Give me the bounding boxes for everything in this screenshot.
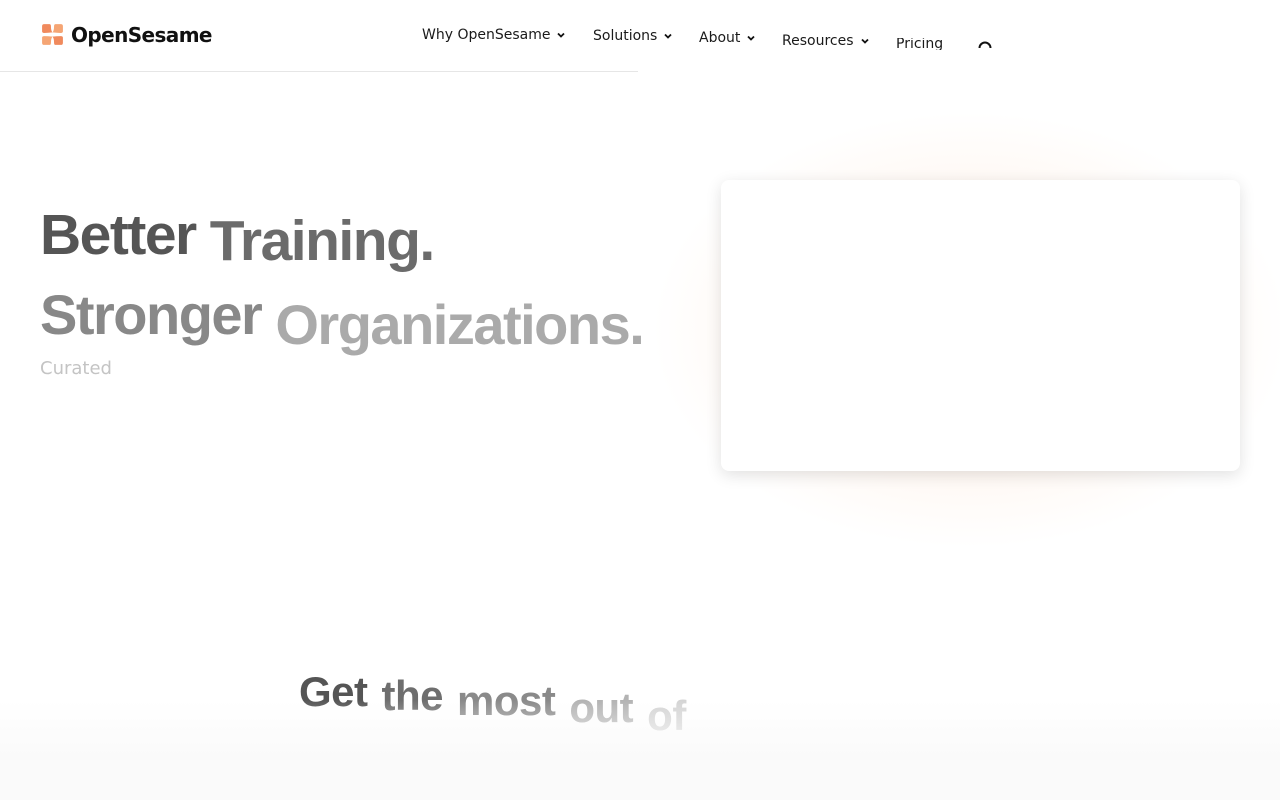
hero-heading-line-2: Stronger Organizations. xyxy=(40,282,657,356)
search-button[interactable] xyxy=(977,40,995,48)
logo-link[interactable]: OpenSesame xyxy=(40,22,213,47)
hero-heading-line-1: Better Training. xyxy=(40,202,448,273)
hero-word: Organizations. xyxy=(275,293,644,356)
site-header: OpenSesame Why OpenSesame Solutions Abou… xyxy=(0,0,1280,72)
nav-label: Resources xyxy=(782,33,854,49)
hero-word: Training. xyxy=(209,209,436,273)
brand-name: OpenSesame xyxy=(71,22,213,47)
chevron-down-icon xyxy=(860,38,869,44)
hero-subtext: Curated xyxy=(40,358,112,379)
nav-why-opensesame[interactable]: Why OpenSesame xyxy=(422,27,566,43)
header-divider xyxy=(0,71,638,72)
nav-pricing[interactable]: Pricing xyxy=(896,38,943,50)
nav-resources[interactable]: Resources xyxy=(782,33,870,49)
nav-solutions[interactable]: Solutions xyxy=(593,28,673,44)
nav-label: Pricing xyxy=(896,38,944,50)
chevron-down-icon xyxy=(747,35,756,41)
chevron-down-icon xyxy=(557,32,566,38)
bottom-fade xyxy=(0,700,1280,800)
nav-label: About xyxy=(699,30,741,46)
hero-media-card xyxy=(721,180,1240,471)
chevron-down-icon xyxy=(664,33,672,39)
hero-word: Better xyxy=(40,203,197,267)
search-icon xyxy=(978,41,992,48)
nav-label: Solutions xyxy=(593,28,658,44)
nav-about[interactable]: About xyxy=(699,30,756,46)
hero-word: Stronger xyxy=(40,283,263,346)
nav-label: Why OpenSesame xyxy=(422,27,551,43)
opensesame-logo-icon xyxy=(42,24,63,45)
